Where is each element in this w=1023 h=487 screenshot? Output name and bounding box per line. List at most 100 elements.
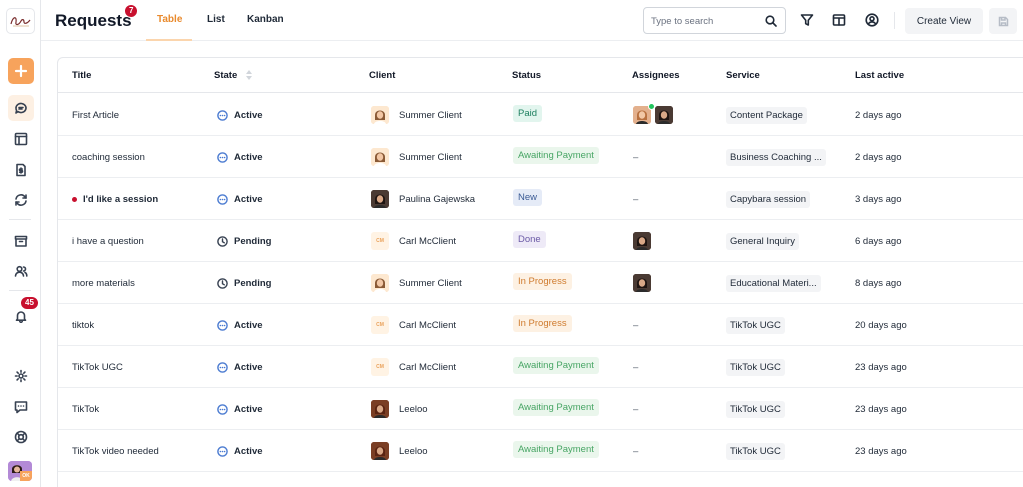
service-badge[interactable]: TikTok UGC: [726, 400, 785, 418]
tab-list[interactable]: List: [207, 14, 225, 25]
request-title-cell[interactable]: First Article: [72, 94, 119, 136]
request-title[interactable]: more materials: [72, 278, 135, 289]
sidebar-item-messages[interactable]: [8, 394, 34, 420]
client-name[interactable]: Carl McClient: [399, 320, 456, 331]
request-title[interactable]: I'd like a session: [83, 194, 158, 205]
table-row[interactable]: i have a question Pending CM Carl McClient D…: [58, 220, 1023, 262]
sidebar-item-clients[interactable]: [8, 258, 34, 284]
table-row[interactable]: First Article Active Summer Client Paid Cont…: [58, 94, 1023, 136]
client-name[interactable]: Summer Client: [399, 152, 462, 163]
user-avatar[interactable]: OK: [8, 461, 32, 481]
service-badge[interactable]: TikTok UGC: [726, 442, 785, 460]
column-header-assignees[interactable]: Assignees: [632, 70, 680, 81]
assignees-cell[interactable]: –: [633, 388, 638, 430]
client-cell[interactable]: Paulina Gajewska: [371, 178, 475, 220]
sort-icon[interactable]: [245, 68, 253, 82]
tab-table[interactable]: Table: [157, 14, 182, 25]
client-cell[interactable]: Leeloo: [371, 430, 428, 472]
status-badge[interactable]: In Progress: [513, 314, 572, 332]
request-title-cell[interactable]: TikTok UGC: [72, 346, 123, 388]
client-cell[interactable]: CM Carl McClient: [371, 220, 456, 262]
table-row[interactable]: TikTok Active Leeloo Awaiting Payment – TikTo…: [58, 388, 1023, 430]
assignees-cell[interactable]: [633, 94, 677, 136]
service-badge[interactable]: TikTok UGC: [726, 316, 785, 334]
request-title[interactable]: TikTok video needed: [72, 446, 159, 457]
client-cell[interactable]: Summer Client: [371, 94, 462, 136]
table-row[interactable]: I'd like a session Active Paulina Gajewska…: [58, 178, 1023, 220]
request-title[interactable]: TikTok: [72, 404, 99, 415]
column-header-title[interactable]: Title: [72, 70, 91, 81]
request-title-cell[interactable]: coaching session: [72, 136, 145, 178]
save-view-button[interactable]: [989, 8, 1017, 34]
sidebar-item-subscriptions[interactable]: [8, 187, 34, 213]
service-badge[interactable]: Business Coaching ...: [726, 148, 826, 166]
request-title-cell[interactable]: tiktok: [72, 304, 94, 346]
table-row[interactable]: TikTok UGC Active CM Carl McClient Awaiting …: [58, 346, 1023, 388]
client-name[interactable]: Carl McClient: [399, 236, 456, 247]
assignees-cell[interactable]: –: [633, 346, 638, 388]
assignees-cell[interactable]: [633, 262, 655, 304]
client-name[interactable]: Summer Client: [399, 110, 462, 121]
assignee-avatar[interactable]: [633, 274, 651, 292]
sidebar-item-help[interactable]: [8, 424, 34, 450]
client-name[interactable]: Summer Client: [399, 278, 462, 289]
assignees-cell[interactable]: –: [633, 430, 638, 472]
columns-icon[interactable]: [832, 13, 846, 27]
assignee-avatar[interactable]: [633, 232, 651, 250]
create-view-button[interactable]: Create View: [905, 8, 983, 34]
request-title-cell[interactable]: TikTok: [72, 388, 99, 430]
column-header-last-active[interactable]: Last active: [855, 70, 904, 81]
request-title-cell[interactable]: more materials: [72, 262, 135, 304]
brand-logo[interactable]: [6, 8, 35, 34]
assignees-cell[interactable]: –: [633, 304, 638, 346]
request-title[interactable]: TikTok UGC: [72, 362, 123, 373]
table-row[interactable]: more materials Pending Summer Client In Pro…: [58, 262, 1023, 304]
add-button[interactable]: [8, 58, 34, 84]
service-badge[interactable]: TikTok UGC: [726, 358, 785, 376]
status-badge[interactable]: Paid: [513, 104, 543, 122]
status-badge[interactable]: Done: [513, 230, 546, 248]
service-badge[interactable]: Capybara session: [726, 190, 811, 208]
column-header-client[interactable]: Client: [369, 70, 395, 81]
column-header-state[interactable]: State: [214, 70, 237, 81]
client-name[interactable]: Leeloo: [399, 404, 428, 415]
filter-icon[interactable]: [800, 13, 814, 27]
request-title[interactable]: tiktok: [72, 320, 94, 331]
assignees-cell[interactable]: –: [633, 178, 638, 220]
assignees-cell[interactable]: [633, 220, 655, 262]
sidebar-item-layout[interactable]: [8, 126, 34, 152]
client-cell[interactable]: CM Carl McClient: [371, 304, 456, 346]
status-badge[interactable]: Awaiting Payment: [513, 440, 599, 458]
table-row[interactable]: coaching session Active Summer Client Await…: [58, 136, 1023, 178]
table-row[interactable]: tiktok Active CM Carl McClient In Progress – T…: [58, 304, 1023, 346]
request-title[interactable]: coaching session: [72, 152, 145, 163]
search-icon[interactable]: [765, 15, 777, 27]
status-badge[interactable]: Awaiting Payment: [513, 356, 599, 374]
sidebar-item-settings[interactable]: [8, 363, 34, 389]
client-name[interactable]: Leeloo: [399, 446, 428, 457]
status-badge[interactable]: Awaiting Payment: [513, 398, 599, 416]
request-title-cell[interactable]: i have a question: [72, 220, 144, 262]
search-input[interactable]: [651, 13, 761, 29]
client-name[interactable]: Paulina Gajewska: [399, 194, 475, 205]
service-badge[interactable]: General Inquiry: [726, 232, 799, 250]
status-badge[interactable]: In Progress: [513, 272, 572, 290]
sidebar-item-invoices[interactable]: [8, 157, 34, 183]
assignees-cell[interactable]: –: [633, 136, 638, 178]
client-cell[interactable]: Leeloo: [371, 388, 428, 430]
status-badge[interactable]: New: [513, 188, 543, 206]
service-badge[interactable]: Educational Materi...: [726, 274, 821, 292]
request-title[interactable]: i have a question: [72, 236, 144, 247]
request-title-cell[interactable]: TikTok video needed: [72, 430, 159, 472]
request-title-cell[interactable]: I'd like a session: [72, 178, 158, 220]
column-header-status[interactable]: Status: [512, 70, 541, 81]
client-name[interactable]: Carl McClient: [399, 362, 456, 373]
sidebar-item-requests[interactable]: [8, 95, 34, 121]
client-cell[interactable]: Summer Client: [371, 262, 462, 304]
client-cell[interactable]: CM Carl McClient: [371, 346, 456, 388]
service-badge[interactable]: Content Package: [726, 106, 807, 124]
table-row[interactable]: TikTok video needed Active Leeloo Awaiting …: [58, 430, 1023, 472]
assignee-avatar[interactable]: [655, 106, 673, 124]
client-cell[interactable]: Summer Client: [371, 136, 462, 178]
column-header-service[interactable]: Service: [726, 70, 760, 81]
